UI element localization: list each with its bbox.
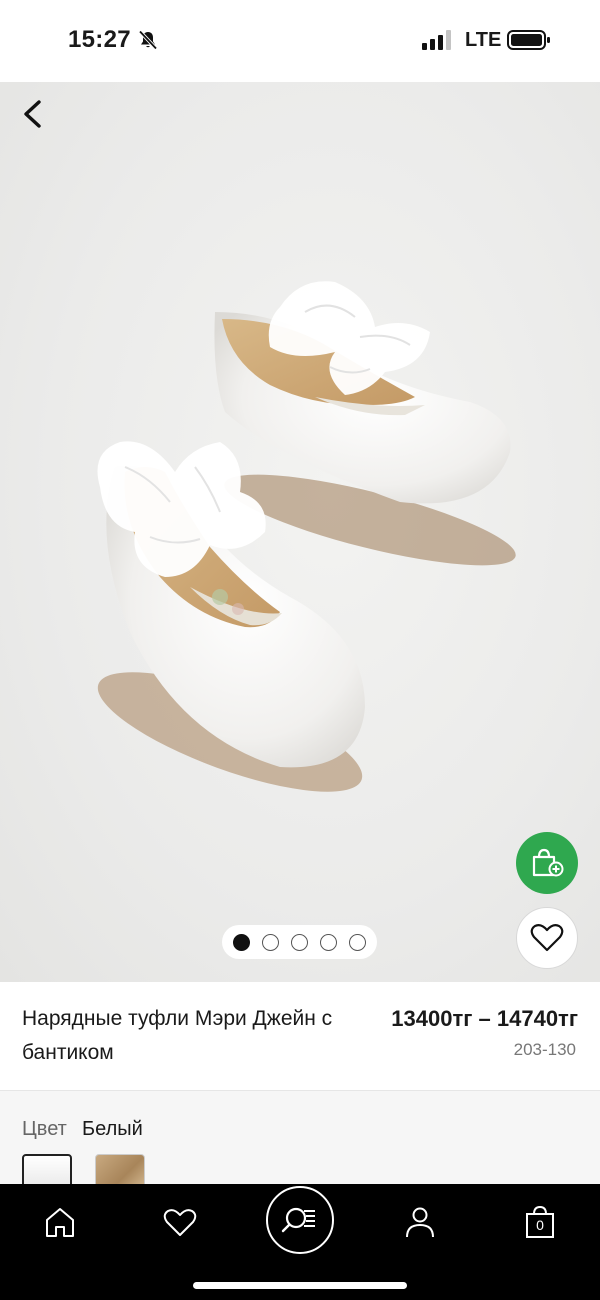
home-indicator — [193, 1282, 407, 1289]
pagination-dot[interactable] — [291, 933, 308, 951]
bag-count: 0 — [536, 1217, 544, 1233]
pagination-dot[interactable] — [320, 933, 337, 951]
heart-icon — [530, 924, 564, 952]
cart-add-icon — [532, 848, 564, 877]
add-to-wishlist-button[interactable] — [516, 907, 578, 969]
bottom-navigation: 0 — [0, 1184, 600, 1300]
search-button[interactable] — [266, 1186, 334, 1254]
heart-icon[interactable] — [160, 1202, 200, 1242]
pagination-dot[interactable] — [233, 933, 250, 951]
product-info: Нарядные туфли Мэри Джейн с бантиком 134… — [0, 982, 600, 1090]
back-arrow-icon[interactable] — [14, 94, 54, 134]
home-icon[interactable] — [40, 1202, 80, 1242]
color-value: Белый — [82, 1118, 143, 1140]
pagination-dot[interactable] — [262, 933, 279, 951]
status-bar: 15:27 LTE — [0, 0, 600, 82]
battery-icon — [507, 30, 550, 50]
account-icon[interactable] — [400, 1202, 440, 1242]
product-title: Нарядные туфли Мэри Джейн с бантиком — [22, 1007, 333, 1064]
image-pagination — [222, 925, 377, 959]
status-time: 15:27 — [68, 26, 131, 53]
bag-button[interactable]: 0 — [520, 1202, 560, 1242]
product-price: 13400тг – 14740тг — [391, 1006, 578, 1031]
product-image — [97, 281, 516, 792]
product-code: 203-130 — [513, 1040, 576, 1059]
color-selector: Цвет Белый — [0, 1091, 600, 1190]
network-type: LTE — [465, 29, 502, 51]
search-list-icon — [281, 1207, 315, 1233]
bell-muted-icon — [138, 30, 158, 50]
pagination-dot[interactable] — [349, 933, 366, 951]
product-image-gallery[interactable] — [0, 82, 600, 982]
color-label: Цвет — [22, 1118, 67, 1140]
signal-icon — [422, 30, 451, 50]
add-to-cart-button[interactable] — [516, 832, 578, 894]
